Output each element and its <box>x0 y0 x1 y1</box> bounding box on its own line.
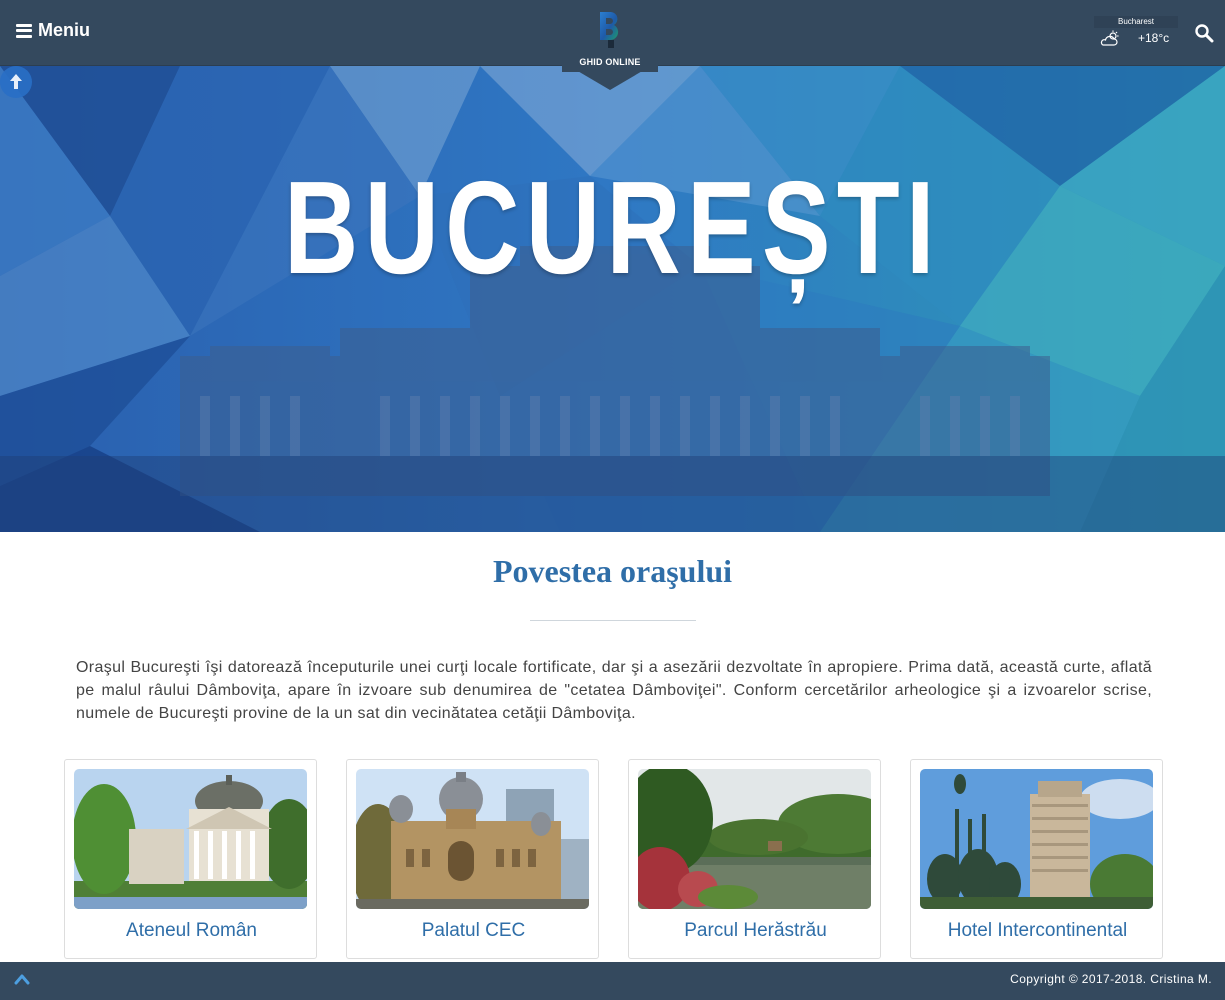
attraction-label: Palatul CEC <box>421 920 526 941</box>
search-icon[interactable] <box>1194 23 1214 43</box>
arrow-up-icon[interactable] <box>0 66 32 98</box>
partly-cloudy-icon <box>1100 30 1119 46</box>
attraction-card[interactable]: Palatul CEC <box>346 759 599 959</box>
weather-widget: Bucharest +18°c <box>1094 16 1180 50</box>
site-logo[interactable]: GHID ONLINE <box>562 0 658 90</box>
copyright-text: Copyright © 2017-2018. Cristina M. <box>1010 972 1212 986</box>
chevron-up-icon[interactable] <box>14 972 30 986</box>
attractions-grid: Ateneul Român Palatul CEC Parcul Herăstr… <box>64 759 1164 959</box>
weather-temperature: +18°c <box>1138 31 1170 45</box>
attraction-photo <box>638 769 871 909</box>
attraction-label: Ateneul Român <box>126 920 257 941</box>
footer: Copyright © 2017-2018. Cristina M. <box>0 962 1225 1000</box>
hero-banner: BUCUREȘTI <box>0 66 1225 532</box>
hamburger-icon <box>16 23 32 38</box>
title-divider <box>530 620 696 621</box>
attraction-photo <box>920 769 1153 909</box>
attraction-card[interactable]: Parcul Herăstrău <box>628 759 881 959</box>
attraction-label: Parcul Herăstrău <box>684 920 827 941</box>
menu-button[interactable]: Meniu <box>16 20 90 41</box>
section-title: Povestea oraşului <box>492 553 733 589</box>
intro-paragraph: Oraşul Bucureşti îşi datorează începutur… <box>76 659 1152 722</box>
attraction-photo <box>74 769 307 909</box>
weather-city: Bucharest <box>1094 16 1178 28</box>
menu-label: Meniu <box>38 20 90 40</box>
attraction-card[interactable]: Hotel Intercontinental <box>910 759 1163 959</box>
attraction-photo <box>356 769 589 909</box>
logo-caption: GHID ONLINE <box>579 57 641 67</box>
hero-title: BUCUREȘTI <box>283 154 941 301</box>
attraction-card[interactable]: Ateneul Român <box>64 759 317 959</box>
attraction-label: Hotel Intercontinental <box>947 920 1128 941</box>
logo-b-icon <box>600 12 619 48</box>
